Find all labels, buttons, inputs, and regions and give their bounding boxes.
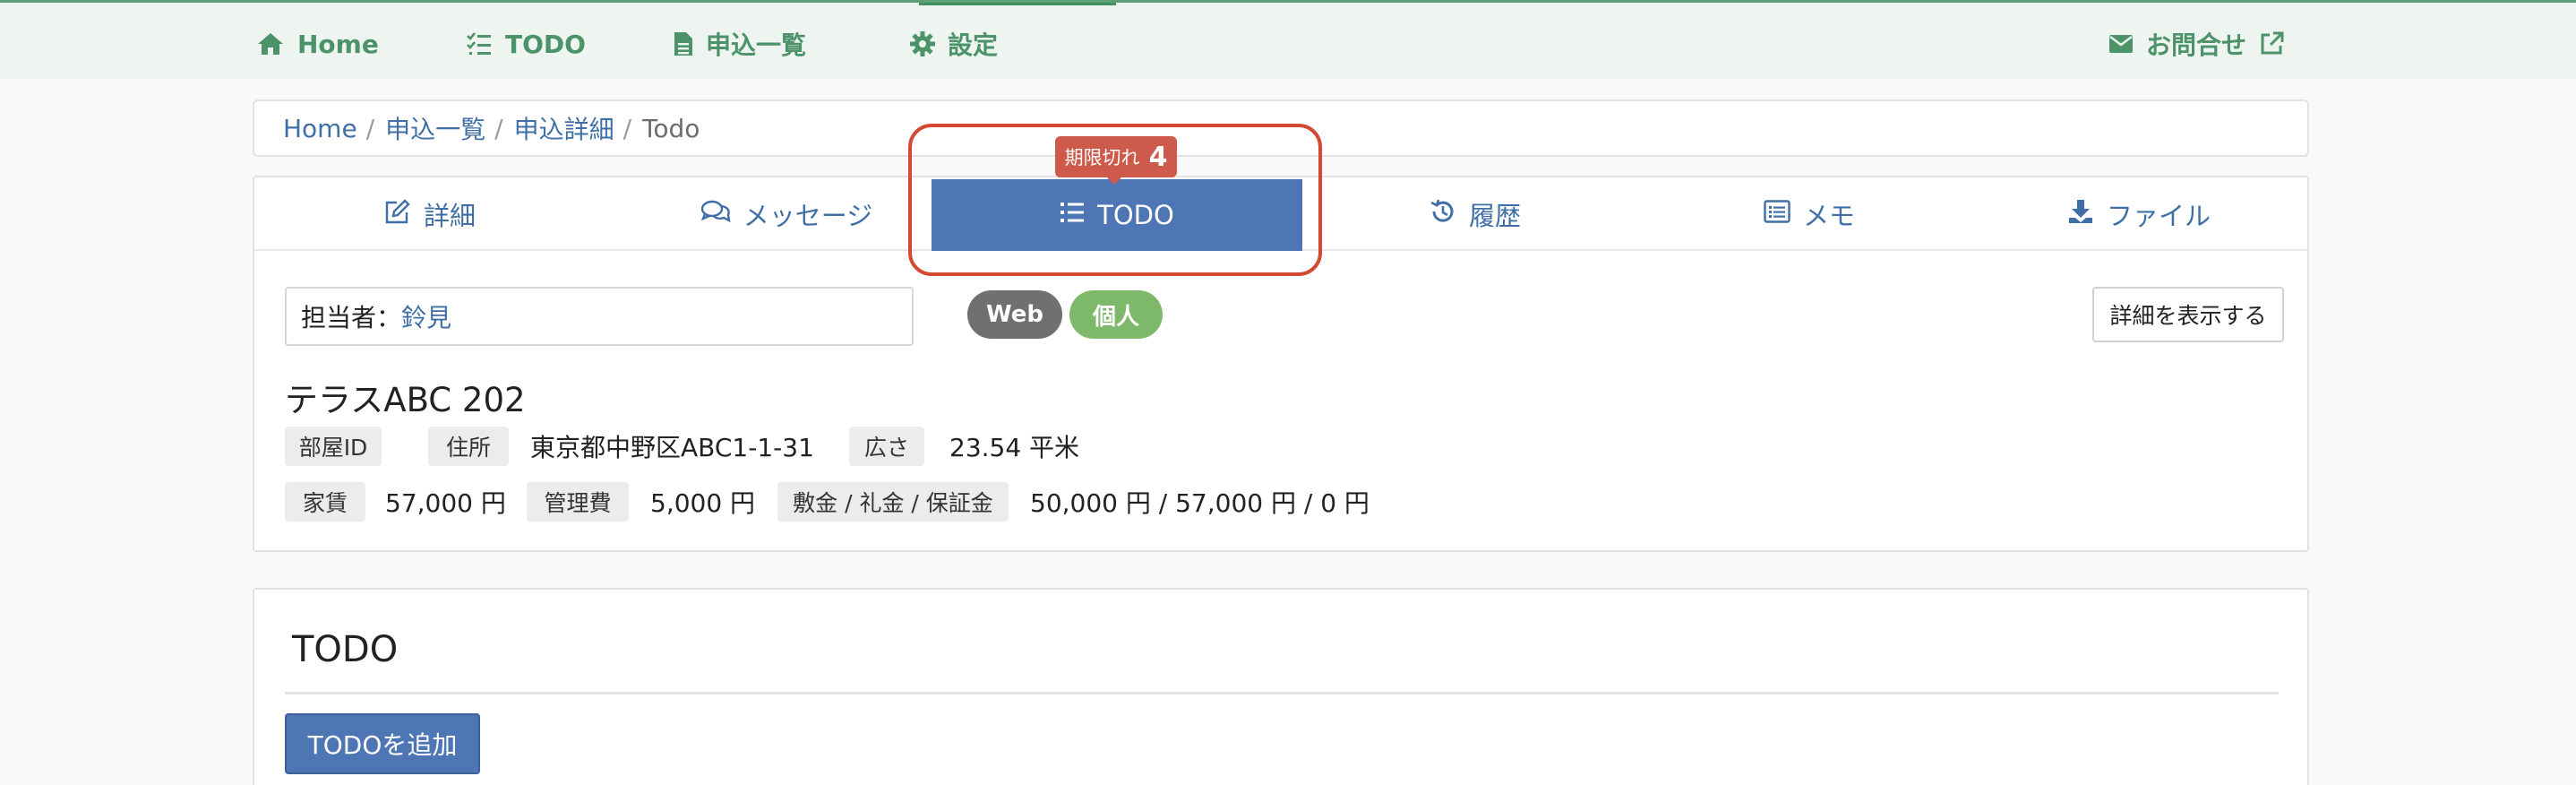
expired-badge-label: 期限切れ [1064, 147, 1140, 168]
todo-heading: TODO [292, 629, 399, 670]
tab-memo[interactable]: メモ [1648, 177, 1971, 251]
assignee-label: 担当者： [301, 303, 402, 332]
tab-files-label: ファイル [2106, 201, 2211, 231]
nav-contact[interactable]: お問合せ [2108, 26, 2284, 62]
deposit-value: 50,000 円 / 57,000 円 / 0 円 [1030, 488, 1370, 518]
todo-card: TODO TODOを追加 [253, 588, 2309, 785]
tab-details-label: 詳細 [423, 201, 476, 231]
address-label: 住所 [428, 427, 509, 466]
edit-icon [384, 198, 411, 231]
breadcrumb-application-detail[interactable]: 申込詳細 [514, 110, 614, 146]
nav-applications-label: 申込一覧 [706, 30, 807, 60]
breadcrumb-separator: / [365, 113, 375, 143]
area-value: 23.54 平米 [949, 433, 1080, 462]
nav-home-label: Home [297, 29, 379, 59]
tab-history[interactable]: 履歴 [1302, 177, 1648, 251]
nav-home[interactable]: Home [256, 26, 379, 62]
nav-todo-label: TODO [505, 29, 586, 59]
tab-memo-label: メモ [1802, 201, 1855, 231]
property-title: テラスABC 202 [285, 381, 526, 419]
rent-label: 家賃 [285, 482, 365, 522]
breadcrumb-separator: / [623, 113, 632, 143]
external-link-icon [2259, 31, 2284, 56]
assignee-value: 鈴見 [401, 303, 452, 332]
breadcrumb-separator: / [494, 113, 503, 143]
expired-badge: 期限切れ 4 [1055, 136, 1177, 177]
active-indicator [919, 3, 1116, 5]
checklist-icon [466, 31, 493, 56]
history-icon [1430, 198, 1456, 231]
area-label: 広さ [849, 427, 924, 466]
breadcrumb-applications[interactable]: 申込一覧 [385, 110, 485, 146]
channel-badge: Web [967, 290, 1062, 339]
expired-badge-pointer [1105, 176, 1123, 185]
show-details-button[interactable]: 詳細を表示する [2092, 287, 2284, 342]
nav-applications[interactable]: 申込一覧 [674, 26, 806, 62]
envelope-icon [2108, 34, 2134, 54]
assignee-field[interactable]: 担当者： 鈴見 [285, 287, 914, 346]
tab-history-label: 履歴 [1468, 201, 1521, 231]
gear-icon [910, 31, 935, 56]
management-fee-value: 5,000 円 [650, 488, 756, 518]
home-icon [256, 31, 285, 56]
applicant-type-badge: 個人 [1069, 290, 1163, 339]
expired-badge-count: 4 [1148, 141, 1168, 173]
nav-todo[interactable]: TODO [466, 26, 586, 62]
document-icon [674, 31, 693, 56]
add-todo-button[interactable]: TODOを追加 [285, 713, 480, 774]
rent-value: 57,000 円 [385, 488, 506, 518]
divider [285, 692, 2279, 694]
nav-settings-label: 設定 [948, 30, 999, 60]
tab-messages-label: メッセージ [743, 201, 873, 231]
nav-settings[interactable]: 設定 [910, 26, 998, 62]
breadcrumb-current: Todo [642, 113, 700, 143]
download-icon [2067, 198, 2094, 231]
deposit-label: 敷金 / 礼金 / 保証金 [777, 482, 1009, 522]
comments-icon [700, 199, 731, 230]
list-alt-icon [1764, 199, 1790, 229]
room-id-label: 部屋ID [285, 427, 382, 466]
management-fee-label: 管理費 [527, 482, 629, 522]
tab-files[interactable]: ファイル [1971, 177, 2307, 251]
nav-contact-label: お問合せ [2146, 30, 2247, 60]
address-value: 東京都中野区ABC1-1-31 [530, 433, 814, 462]
breadcrumb-home[interactable]: Home [283, 114, 357, 143]
top-navbar: Home TODO 申込一覧 設定 お問合せ [0, 0, 2576, 79]
tab-details[interactable]: 詳細 [254, 177, 605, 251]
